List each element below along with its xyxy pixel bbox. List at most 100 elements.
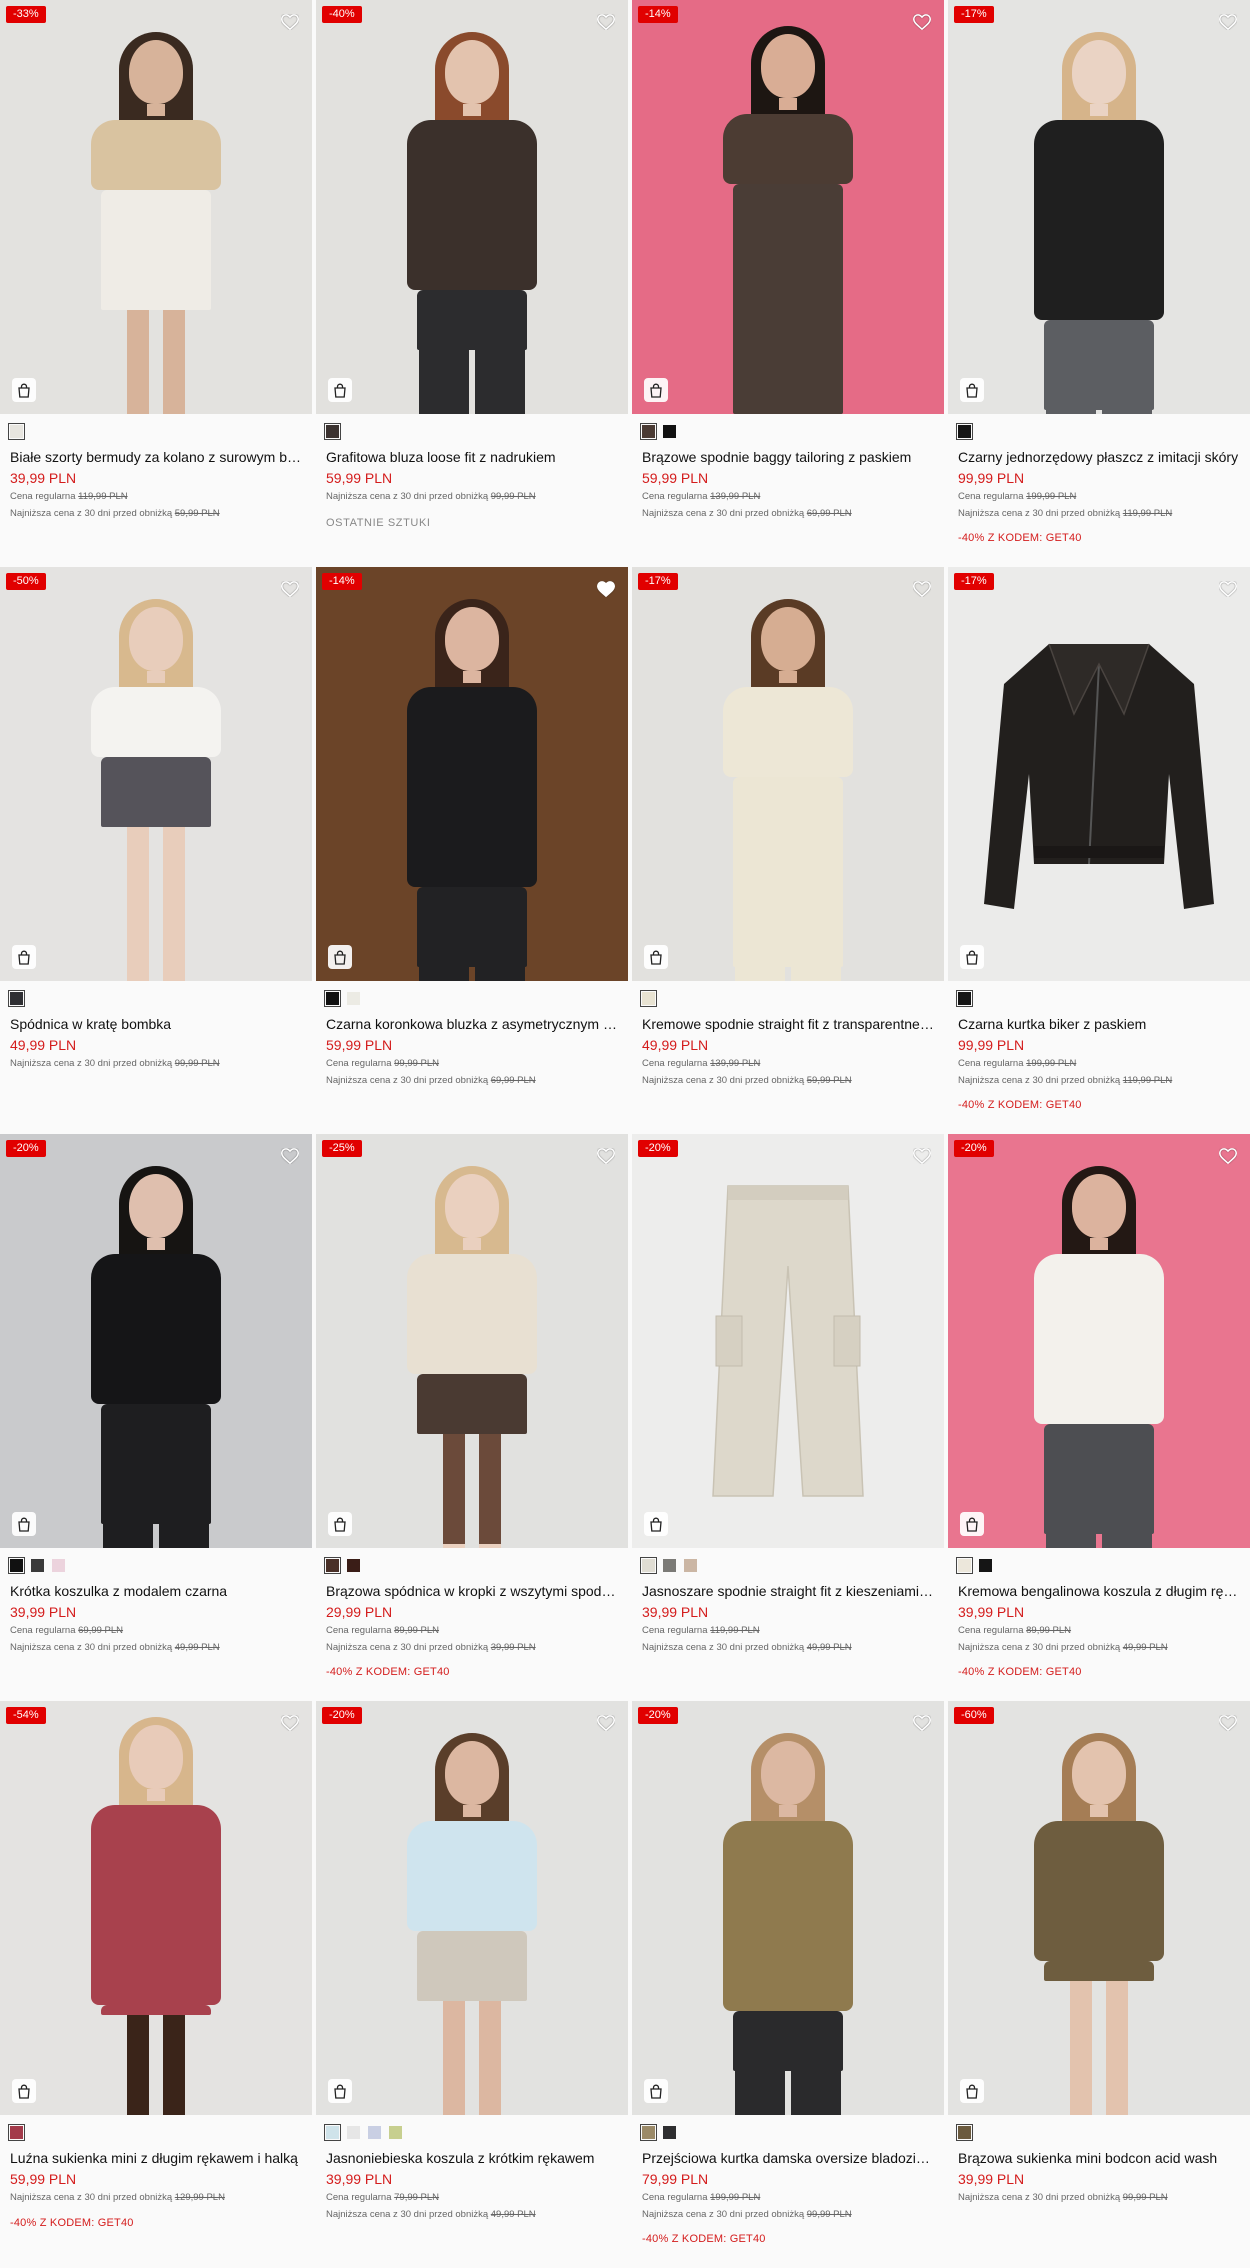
- add-to-cart-button[interactable]: [644, 378, 668, 402]
- color-swatch[interactable]: [684, 1559, 697, 1572]
- favorite-button[interactable]: [1218, 1146, 1238, 1166]
- product-name[interactable]: Brązowe spodnie baggy tailoring z paskie…: [642, 448, 934, 466]
- favorite-button[interactable]: [912, 1713, 932, 1733]
- color-swatch[interactable]: [324, 990, 341, 1007]
- product-image[interactable]: -14%: [316, 567, 628, 981]
- color-swatch[interactable]: [31, 1559, 44, 1572]
- product-name[interactable]: Jasnoszare spodnie straight fit z kiesze…: [642, 1582, 934, 1600]
- product-card[interactable]: -17% Czarny jednorzędowy płaszcz z imita…: [948, 0, 1250, 567]
- add-to-cart-button[interactable]: [644, 945, 668, 969]
- color-swatch[interactable]: [347, 2126, 360, 2139]
- product-card[interactable]: -20% Jasnoszare spodnie straight fit z k…: [632, 1134, 944, 1701]
- product-image[interactable]: -17%: [948, 0, 1250, 414]
- product-card[interactable]: -25% Brązowa spódnica w kropki z wszytym…: [316, 1134, 628, 1701]
- product-name[interactable]: Białe szorty bermudy za kolano z surowym…: [10, 448, 302, 466]
- color-swatch[interactable]: [8, 423, 25, 440]
- color-swatch[interactable]: [663, 425, 676, 438]
- add-to-cart-button[interactable]: [12, 1512, 36, 1536]
- favorite-button[interactable]: [912, 579, 932, 599]
- product-image[interactable]: -20%: [316, 1701, 628, 2115]
- color-swatch[interactable]: [324, 423, 341, 440]
- add-to-cart-button[interactable]: [644, 2079, 668, 2103]
- color-swatch[interactable]: [979, 1559, 992, 1572]
- product-card[interactable]: -17% Czarna kurtka biker z paskiem 99,99…: [948, 567, 1250, 1134]
- color-swatch[interactable]: [956, 2124, 973, 2141]
- add-to-cart-button[interactable]: [960, 2079, 984, 2103]
- color-swatch[interactable]: [324, 1557, 341, 1574]
- favorite-button[interactable]: [280, 1713, 300, 1733]
- favorite-button[interactable]: [280, 579, 300, 599]
- product-name[interactable]: Spódnica w kratę bombka: [10, 1015, 302, 1033]
- product-name[interactable]: Brązowa sukienka mini bodcon acid wash: [958, 2149, 1240, 2167]
- add-to-cart-button[interactable]: [644, 1512, 668, 1536]
- favorite-button[interactable]: [912, 12, 932, 32]
- favorite-button[interactable]: [596, 1146, 616, 1166]
- favorite-button[interactable]: [596, 1713, 616, 1733]
- add-to-cart-button[interactable]: [12, 378, 36, 402]
- product-image[interactable]: -17%: [632, 567, 944, 981]
- favorite-button[interactable]: [280, 12, 300, 32]
- product-name[interactable]: Kremowe spodnie straight fit z transpare…: [642, 1015, 934, 1033]
- favorite-button[interactable]: [596, 12, 616, 32]
- product-name[interactable]: Krótka koszulka z modalem czarna: [10, 1582, 302, 1600]
- color-swatch[interactable]: [347, 992, 360, 1005]
- product-image[interactable]: -50%: [0, 567, 312, 981]
- product-name[interactable]: Kremowa bengalinowa koszula z długim ręk…: [958, 1582, 1240, 1600]
- favorite-button[interactable]: [280, 1146, 300, 1166]
- product-card[interactable]: -14% Czarna koronkowa bluzka z asymetryc…: [316, 567, 628, 1134]
- product-card[interactable]: -14% Brązowe spodnie baggy tailoring z p…: [632, 0, 944, 567]
- product-image[interactable]: -33%: [0, 0, 312, 414]
- color-swatch[interactable]: [8, 1557, 25, 1574]
- color-swatch[interactable]: [368, 2126, 381, 2139]
- add-to-cart-button[interactable]: [960, 378, 984, 402]
- color-swatch[interactable]: [640, 2124, 657, 2141]
- color-swatch[interactable]: [663, 2126, 676, 2139]
- color-swatch[interactable]: [52, 1559, 65, 1572]
- product-image[interactable]: -20%: [632, 1701, 944, 2115]
- product-name[interactable]: Grafitowa bluza loose fit z nadrukiem: [326, 448, 618, 466]
- product-card[interactable]: -20% Krótka koszulka z modalem czarna 39…: [0, 1134, 312, 1701]
- product-image[interactable]: -54%: [0, 1701, 312, 2115]
- favorite-button[interactable]: [912, 1146, 932, 1166]
- product-image[interactable]: -60%: [948, 1701, 1250, 2115]
- product-name[interactable]: Czarny jednorzędowy płaszcz z imitacji s…: [958, 448, 1240, 466]
- product-name[interactable]: Czarna koronkowa bluzka z asymetrycznym …: [326, 1015, 618, 1033]
- product-name[interactable]: Jasnoniebieska koszula z krótkim rękawem: [326, 2149, 618, 2167]
- product-image[interactable]: -25%: [316, 1134, 628, 1548]
- favorite-button[interactable]: [1218, 579, 1238, 599]
- product-name[interactable]: Brązowa spódnica w kropki z wszytymi spo…: [326, 1582, 618, 1600]
- product-card[interactable]: -54% Luźna sukienka mini z długim rękawe…: [0, 1701, 312, 2268]
- add-to-cart-button[interactable]: [328, 2079, 352, 2103]
- color-swatch[interactable]: [956, 1557, 973, 1574]
- product-image[interactable]: -17%: [948, 567, 1250, 981]
- product-name[interactable]: Czarna kurtka biker z paskiem: [958, 1015, 1240, 1033]
- favorite-button[interactable]: [596, 579, 616, 599]
- product-image[interactable]: -20%: [948, 1134, 1250, 1548]
- color-swatch[interactable]: [663, 1559, 676, 1572]
- add-to-cart-button[interactable]: [328, 1512, 352, 1536]
- color-swatch[interactable]: [389, 2126, 402, 2139]
- color-swatch[interactable]: [956, 423, 973, 440]
- add-to-cart-button[interactable]: [328, 378, 352, 402]
- color-swatch[interactable]: [640, 1557, 657, 1574]
- product-card[interactable]: -20% Kremowa bengalinowa koszula z długi…: [948, 1134, 1250, 1701]
- color-swatch[interactable]: [324, 2124, 341, 2141]
- product-image[interactable]: -40%: [316, 0, 628, 414]
- favorite-button[interactable]: [1218, 1713, 1238, 1733]
- product-card[interactable]: -40% Grafitowa bluza loose fit z nadruki…: [316, 0, 628, 567]
- color-swatch[interactable]: [640, 990, 657, 1007]
- product-card[interactable]: -20% Przejściowa kurtka damska oversize …: [632, 1701, 944, 2268]
- add-to-cart-button[interactable]: [328, 945, 352, 969]
- color-swatch[interactable]: [8, 990, 25, 1007]
- add-to-cart-button[interactable]: [960, 945, 984, 969]
- product-image[interactable]: -14%: [632, 0, 944, 414]
- product-image[interactable]: -20%: [632, 1134, 944, 1548]
- product-card[interactable]: -50% Spódnica w kratę bombka 49,99 PLN N…: [0, 567, 312, 1134]
- add-to-cart-button[interactable]: [960, 1512, 984, 1536]
- add-to-cart-button[interactable]: [12, 2079, 36, 2103]
- favorite-button[interactable]: [1218, 12, 1238, 32]
- product-name[interactable]: Przejściowa kurtka damska oversize blado…: [642, 2149, 934, 2167]
- add-to-cart-button[interactable]: [12, 945, 36, 969]
- product-name[interactable]: Luźna sukienka mini z długim rękawem i h…: [10, 2149, 302, 2167]
- color-swatch[interactable]: [8, 2124, 25, 2141]
